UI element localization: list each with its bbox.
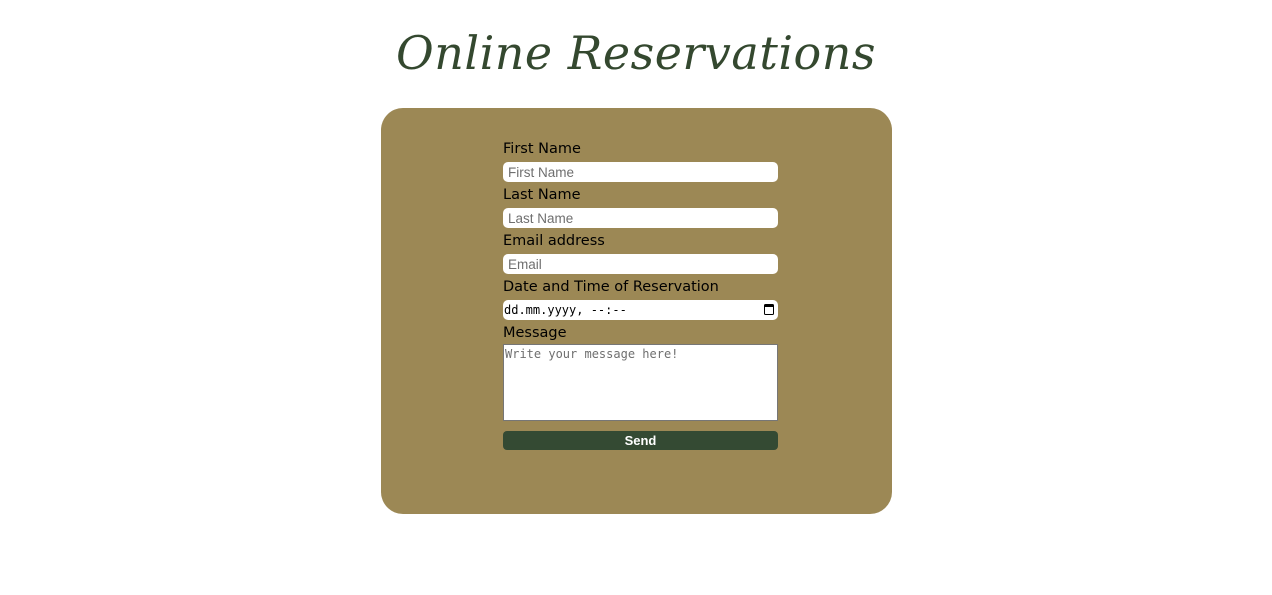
- calendar-icon[interactable]: [764, 304, 774, 315]
- reservation-form: First Name Last Name Email address Date …: [503, 138, 778, 450]
- last-name-label: Last Name: [503, 187, 581, 203]
- datetime-value: dd.mm.yyyy, --:--: [504, 303, 627, 317]
- datetime-label: Date and Time of Reservation: [503, 279, 719, 295]
- message-textarea[interactable]: [503, 344, 778, 421]
- reservation-form-card: First Name Last Name Email address Date …: [381, 108, 892, 514]
- datetime-input[interactable]: dd.mm.yyyy, --:--: [503, 300, 778, 320]
- first-name-label: First Name: [503, 141, 581, 157]
- send-button[interactable]: Send: [503, 431, 778, 450]
- page-title: Online Reservations: [396, 26, 876, 80]
- first-name-input[interactable]: [503, 162, 778, 182]
- email-label: Email address: [503, 233, 605, 249]
- message-label: Message: [503, 325, 567, 341]
- email-input[interactable]: [503, 254, 778, 274]
- last-name-input[interactable]: [503, 208, 778, 228]
